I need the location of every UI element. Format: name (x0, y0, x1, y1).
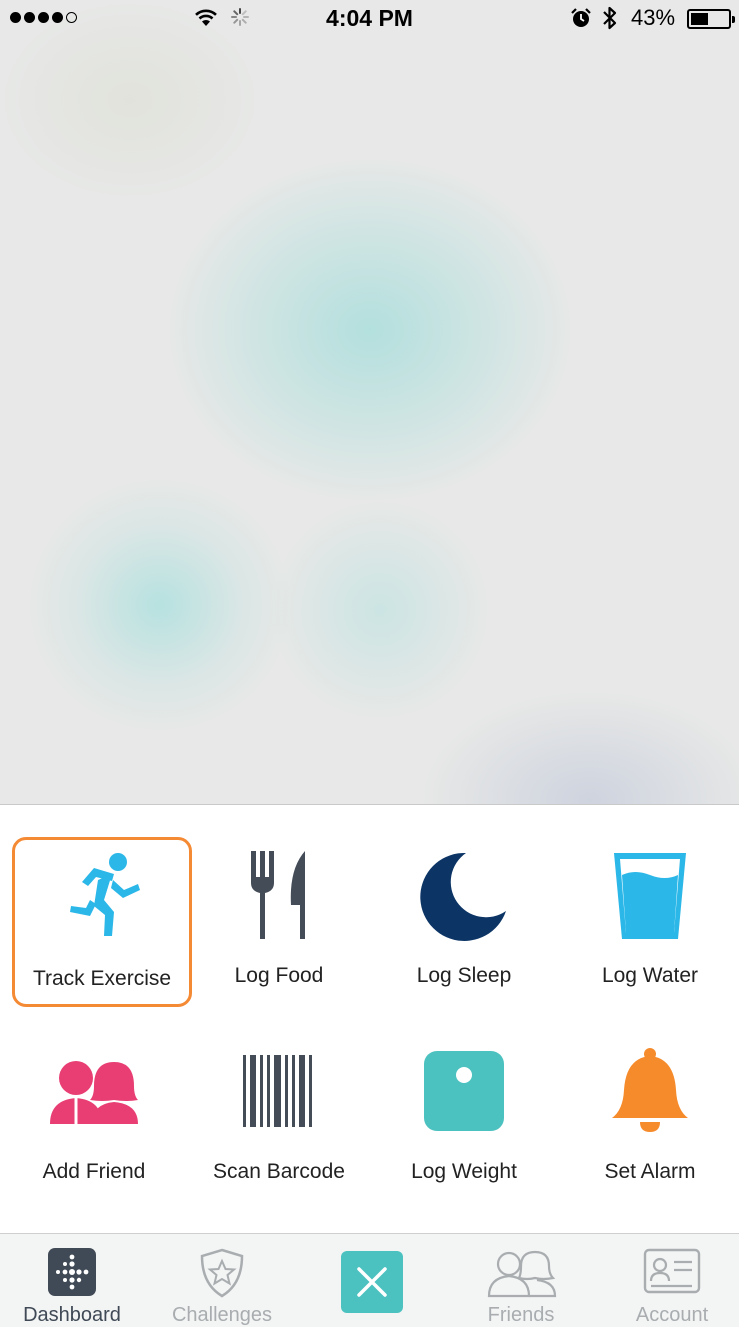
id-card-icon (643, 1248, 701, 1299)
quick-actions-sheet: Track Exercise Log Food Log Sleep Log Wa… (0, 804, 739, 1233)
star-shield-icon (197, 1248, 247, 1303)
battery-nub (732, 16, 735, 23)
scan-barcode-label: Scan Barcode (213, 1160, 345, 1183)
blur-blob (170, 160, 570, 500)
moon-icon (374, 849, 554, 941)
water-glass-icon (560, 849, 739, 941)
tab-friends-label: Friends (487, 1304, 555, 1326)
fork-knife-icon (189, 847, 369, 939)
tab-friends[interactable]: Friends (446, 1234, 596, 1327)
scan-barcode-button[interactable]: Scan Barcode (189, 1035, 369, 1205)
tab-account[interactable]: Account (597, 1234, 739, 1327)
fitbit-dots-icon (48, 1248, 96, 1301)
blurred-background (0, 0, 739, 804)
log-water-label: Log Water (601, 964, 699, 987)
set-alarm-button[interactable]: Set Alarm (560, 1035, 739, 1205)
friends-outline-icon (485, 1248, 557, 1303)
close-quick-actions-button[interactable] (341, 1251, 403, 1313)
log-sleep-label: Log Sleep (416, 964, 512, 987)
log-water-button[interactable]: Log Water (560, 837, 739, 1007)
log-sleep-button[interactable]: Log Sleep (374, 837, 554, 1007)
running-person-icon (15, 850, 189, 942)
alarm-clock-icon (571, 8, 591, 27)
blur-blob (30, 480, 290, 730)
log-food-label: Log Food (234, 964, 324, 987)
track-exercise-button[interactable]: Track Exercise (12, 837, 192, 1007)
status-bar: 4:04 PM 43% (0, 0, 739, 40)
people-icon (4, 1045, 184, 1137)
close-icon (357, 1267, 387, 1297)
add-friend-button[interactable]: Add Friend (4, 1035, 184, 1205)
battery-percent: 43% (631, 5, 676, 30)
add-friend-label: Add Friend (42, 1160, 146, 1183)
battery-fill (691, 13, 708, 25)
tab-dashboard[interactable]: Dashboard (0, 1234, 147, 1327)
tab-challenges[interactable]: Challenges (147, 1234, 297, 1327)
log-food-button[interactable]: Log Food (189, 837, 369, 1007)
tab-bar: Dashboard Challenges Friends Account (0, 1233, 739, 1327)
tab-challenges-label: Challenges (171, 1304, 273, 1326)
battery-icon (687, 9, 735, 29)
status-time: 4:04 PM (326, 5, 413, 31)
blur-blob (420, 690, 739, 804)
bluetooth-icon (603, 6, 617, 30)
scale-icon (374, 1045, 554, 1137)
log-weight-button[interactable]: Log Weight (374, 1035, 554, 1205)
tab-account-label: Account (635, 1304, 709, 1326)
barcode-icon (189, 1045, 369, 1137)
track-exercise-label: Track Exercise (32, 967, 172, 990)
tab-dashboard-label: Dashboard (23, 1304, 121, 1326)
set-alarm-label: Set Alarm (604, 1160, 696, 1183)
bell-icon (560, 1045, 739, 1137)
blur-blob (270, 500, 490, 720)
log-weight-label: Log Weight (411, 1160, 517, 1183)
